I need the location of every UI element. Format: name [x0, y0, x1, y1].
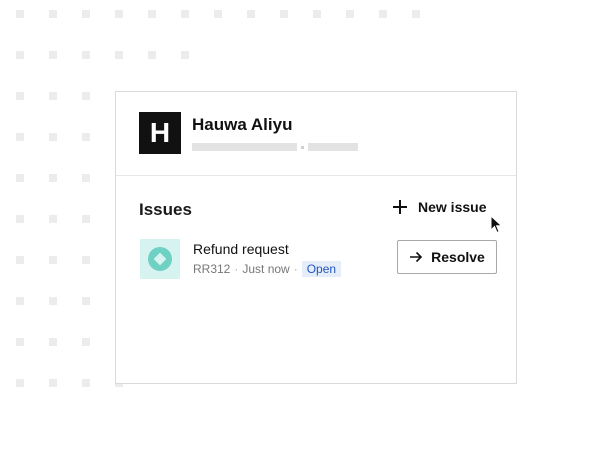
issue-title: Refund request [193, 241, 289, 257]
grid-dot [148, 10, 156, 18]
app-stage: H Hauwa Aliyu Issues New issue Refund re… [0, 0, 604, 473]
profile-name: Hauwa Aliyu [192, 115, 293, 134]
grid-dot [148, 51, 156, 59]
grid-dot [16, 379, 24, 387]
ticket-icon [140, 239, 180, 279]
resolve-label: Resolve [431, 249, 485, 265]
grid-dot [181, 51, 189, 59]
issue-meta: RR312 · Just now · Open [193, 261, 342, 277]
customer-card: H Hauwa Aliyu Issues New issue Refund re… [115, 91, 517, 384]
grid-dot [49, 92, 57, 100]
grid-dot [412, 10, 420, 18]
placeholder-bar [308, 143, 358, 151]
status-badge: Open [301, 261, 342, 277]
grid-dot [115, 10, 123, 18]
new-issue-button[interactable]: New issue [393, 199, 486, 215]
grid-dot [82, 215, 90, 223]
grid-dot [280, 10, 288, 18]
grid-dot [82, 133, 90, 141]
grid-dot [379, 10, 387, 18]
grid-dot [16, 10, 24, 18]
grid-dot [181, 10, 189, 18]
grid-dot [313, 10, 321, 18]
issue-id: RR312 [193, 262, 231, 276]
grid-dot [214, 10, 222, 18]
profile-text: Hauwa Aliyu [192, 115, 358, 151]
mouse-cursor-icon [490, 214, 504, 240]
grid-dot [82, 256, 90, 264]
grid-dot [49, 174, 57, 182]
grid-dot [49, 10, 57, 18]
avatar: H [139, 112, 181, 154]
grid-dot [49, 338, 57, 346]
resolve-button[interactable]: Resolve [397, 240, 497, 274]
issue-row[interactable]: Refund request RR312 · Just now · Open R… [139, 238, 497, 280]
section-divider [116, 175, 516, 176]
grid-dot [49, 51, 57, 59]
issues-heading: Issues [139, 200, 192, 219]
grid-dot [16, 215, 24, 223]
grid-dot [82, 379, 90, 387]
grid-dot [49, 133, 57, 141]
placeholder-separator [301, 145, 304, 149]
grid-dot [82, 92, 90, 100]
grid-dot [49, 215, 57, 223]
grid-dot [82, 51, 90, 59]
grid-dot [49, 379, 57, 387]
plus-icon [393, 200, 407, 214]
grid-dot [16, 297, 24, 305]
meta-separator: · [234, 262, 239, 276]
arrow-right-icon [409, 251, 423, 263]
profile-header: H Hauwa Aliyu [139, 112, 358, 154]
grid-dot [16, 174, 24, 182]
grid-dot [115, 51, 123, 59]
grid-dot [82, 10, 90, 18]
grid-dot [82, 297, 90, 305]
grid-dot [247, 10, 255, 18]
grid-dot [16, 51, 24, 59]
grid-dot [49, 297, 57, 305]
issue-time: Just now [242, 262, 290, 276]
grid-dot [16, 92, 24, 100]
meta-separator: · [293, 262, 298, 276]
profile-details-placeholder [192, 143, 358, 151]
grid-dot [16, 338, 24, 346]
grid-dot [16, 256, 24, 264]
grid-dot [82, 174, 90, 182]
placeholder-bar [192, 143, 297, 151]
grid-dot [82, 338, 90, 346]
grid-dot [49, 256, 57, 264]
grid-dot [16, 133, 24, 141]
new-issue-label: New issue [418, 199, 487, 215]
grid-dot [346, 10, 354, 18]
